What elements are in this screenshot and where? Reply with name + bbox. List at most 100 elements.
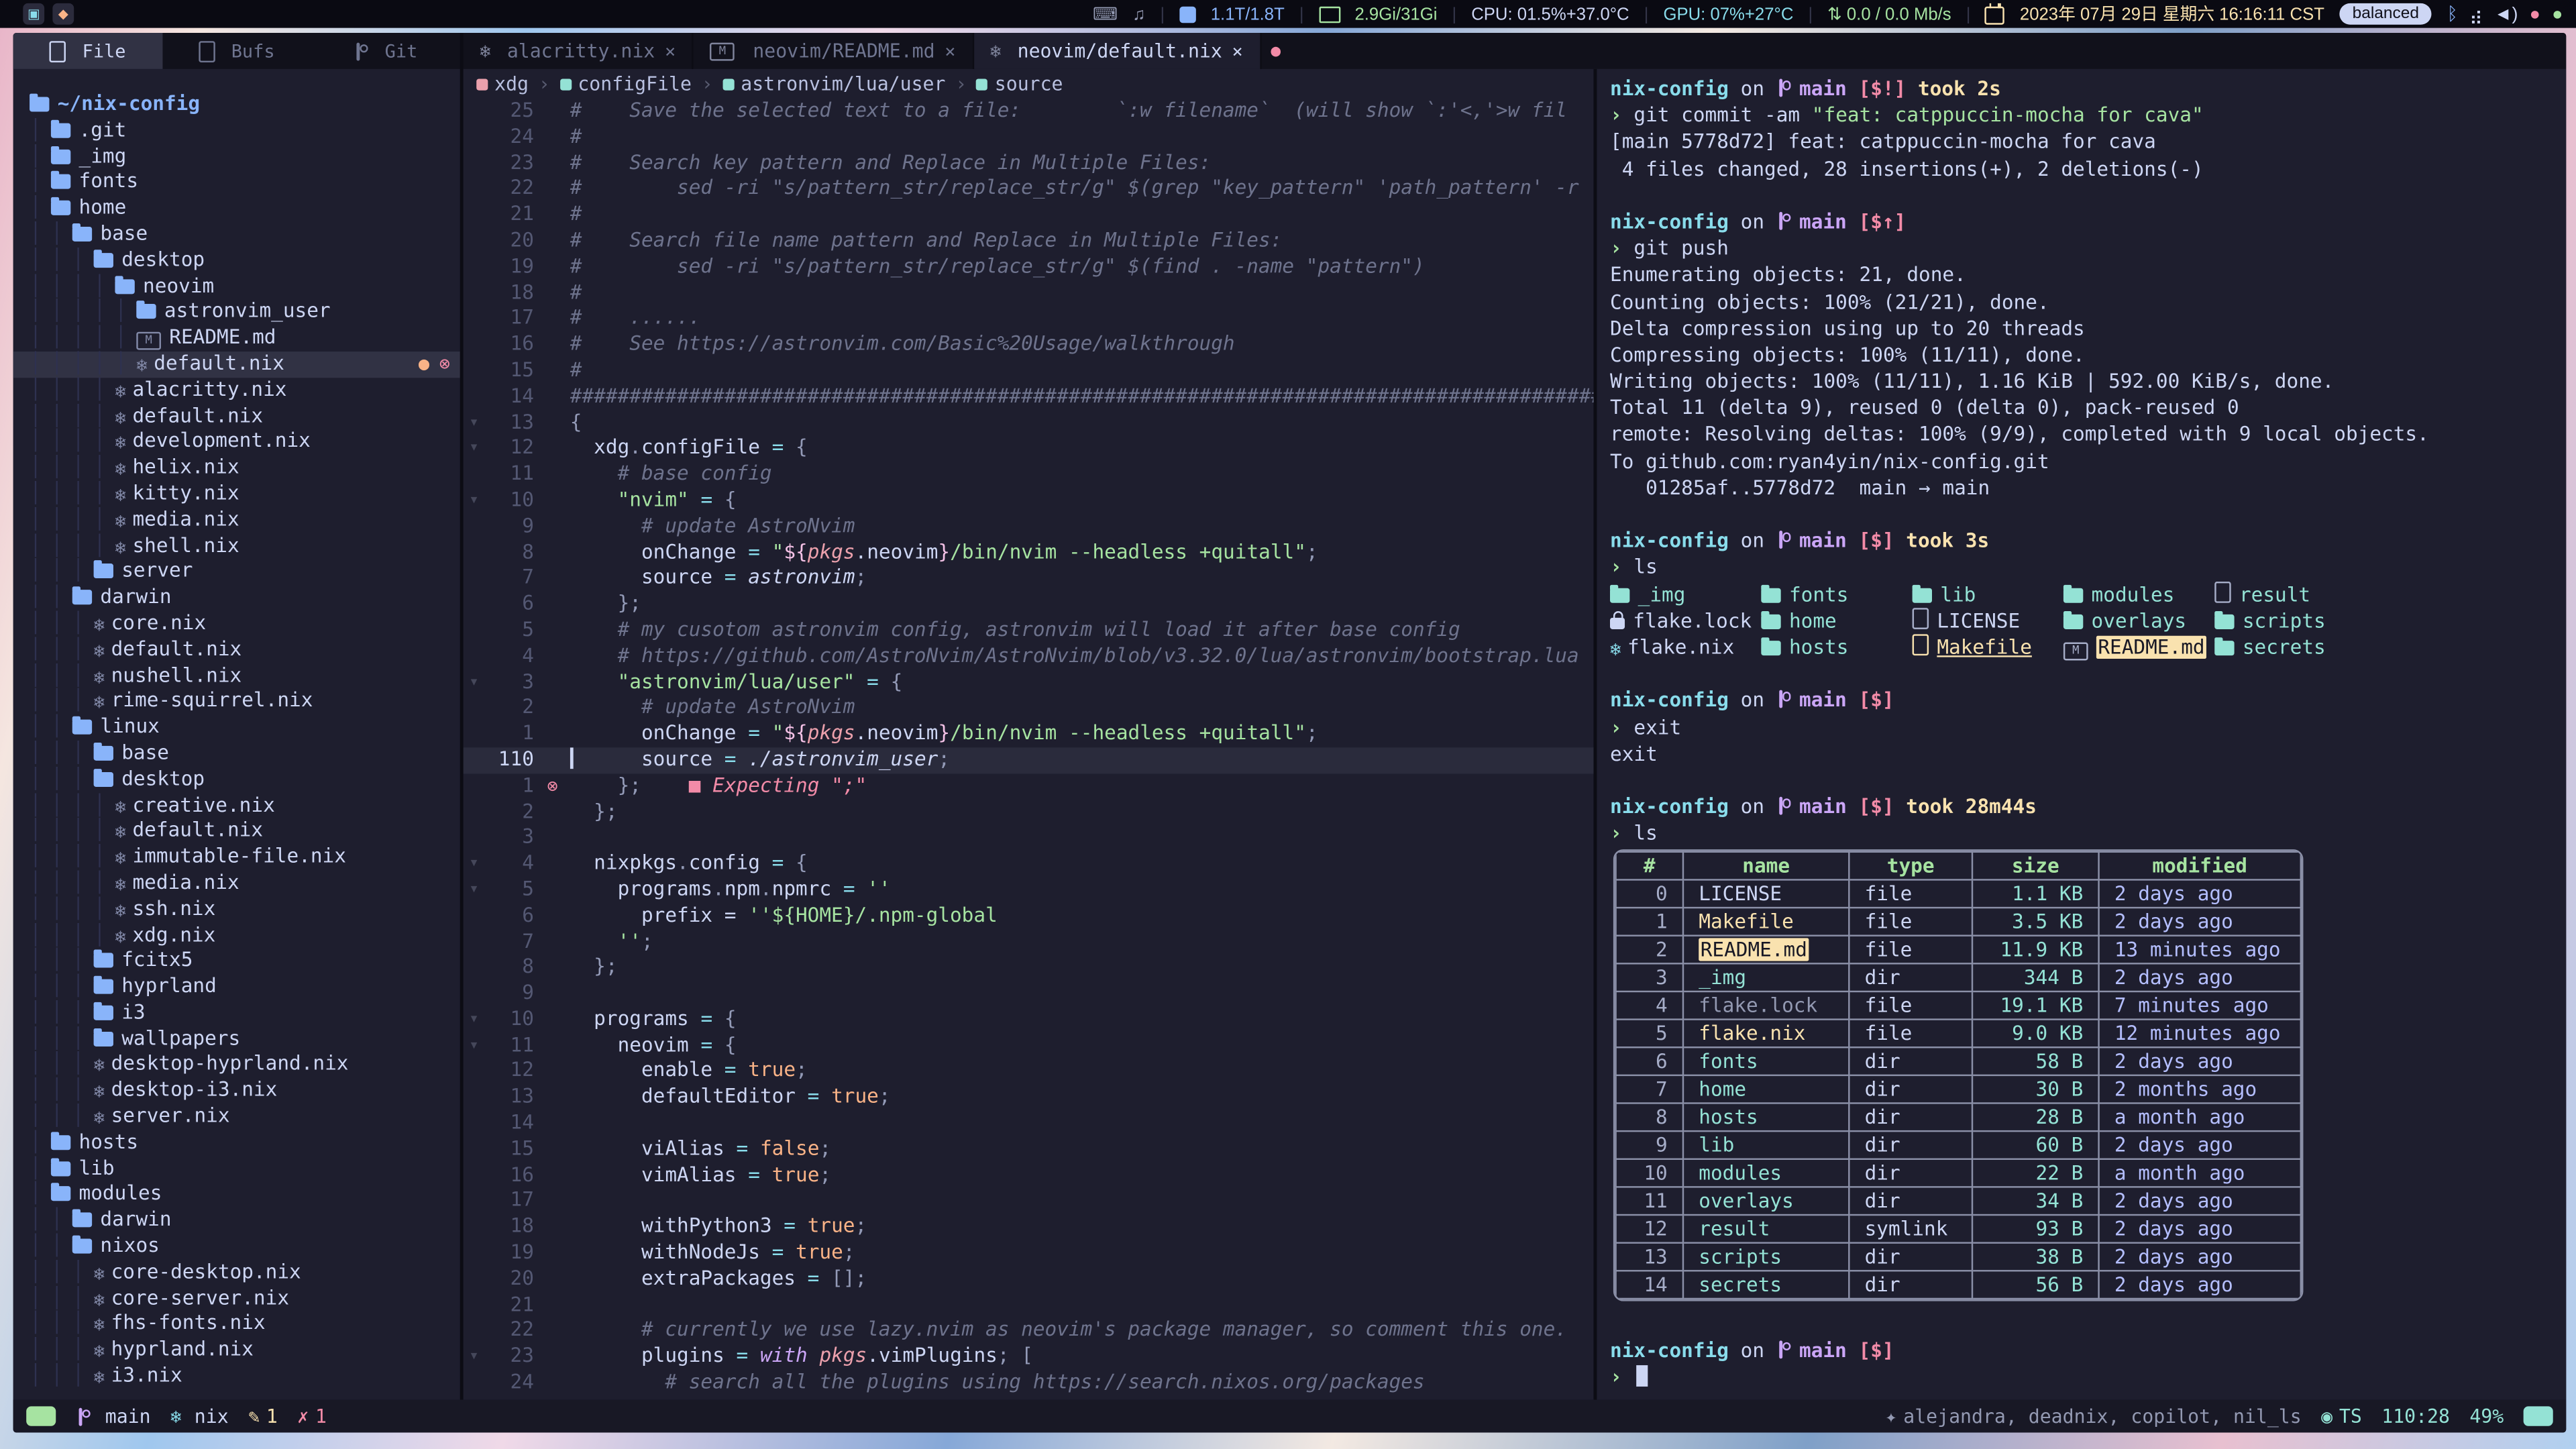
tab-close-icon[interactable]: ×	[945, 40, 955, 62]
tree-item-rime-squirrel.nix[interactable]: │││rime-squirrel.nix	[13, 689, 460, 715]
neotree-tab-bufs[interactable]: Bufs	[162, 33, 311, 69]
tree-item-default.nix[interactable]: ││││default.nix	[13, 403, 460, 429]
tree-item-linux[interactable]: ││linux	[13, 715, 460, 741]
tree-item-modules[interactable]: │modules	[13, 1182, 460, 1208]
editor-line[interactable]: 9	[464, 981, 1594, 1007]
tree-item-wallpapers[interactable]: │││wallpapers	[13, 1026, 460, 1053]
tree-item-core-desktop.nix[interactable]: │││core-desktop.nix	[13, 1260, 460, 1286]
editor-line[interactable]: 14######################################…	[464, 384, 1594, 410]
editor-line[interactable]: 6 prefix = ''${HOME}/.npm-global	[464, 903, 1594, 929]
tree-item-default.nix[interactable]: │││││default.nix●⊗	[13, 352, 460, 378]
neotree-panel[interactable]: ~/nix-config│.git│_img│fonts│home││base│…	[13, 69, 464, 1400]
volume-icon[interactable]: ◄)	[2494, 4, 2518, 23]
editor-content[interactable]: 25# Save the selected text to a file: `:…	[464, 99, 1594, 1400]
neotree-tab-git[interactable]: Git	[311, 33, 460, 69]
tree-item-server[interactable]: │││server	[13, 559, 460, 585]
tree-item-hyprland.nix[interactable]: │││hyprland.nix	[13, 1338, 460, 1364]
diagnostic-errors[interactable]: ✗1	[297, 1405, 327, 1428]
tree-item-alacritty.nix[interactable]: ││││alacritty.nix	[13, 378, 460, 404]
editor-line[interactable]: 24#	[464, 125, 1594, 151]
editor-line[interactable]: 18 withPython3 = true;	[464, 1214, 1594, 1240]
tab-close-icon[interactable]: ×	[665, 40, 676, 62]
editor-line[interactable]: ▾10 "nvim" = {	[464, 488, 1594, 514]
editor-line[interactable]: ▾3 "astronvim/lua/user" = {	[464, 669, 1594, 696]
tree-item-desktop-i3.nix[interactable]: │││desktop-i3.nix	[13, 1078, 460, 1104]
editor-line[interactable]: ▾10 programs = {	[464, 1007, 1594, 1033]
editor-line[interactable]: 6 };	[464, 592, 1594, 618]
tree-item-neovim[interactable]: ││││neovim	[13, 274, 460, 300]
editor-line[interactable]: ▾11 neovim = {	[464, 1033, 1594, 1059]
editor-line[interactable]: ▾12 xdg.configFile = {	[464, 436, 1594, 462]
tree-item-core-server.nix[interactable]: │││core-server.nix	[13, 1286, 460, 1312]
tree-item-xdg.nix[interactable]: ││││xdg.nix	[13, 922, 460, 949]
tree-item-desktop[interactable]: │││desktop	[13, 248, 460, 274]
editor-line[interactable]: 12 enable = true;	[464, 1059, 1594, 1085]
editor-line[interactable]: 7 source = astronvim;	[464, 566, 1594, 592]
tab-close-icon[interactable]: ×	[1232, 40, 1243, 62]
tray-red-icon[interactable]: ●	[2530, 4, 2540, 23]
tree-item-ssh.nix[interactable]: ││││ssh.nix	[13, 896, 460, 922]
tree-item-server.nix[interactable]: │││server.nix	[13, 1104, 460, 1130]
breadcrumb-item-source[interactable]: source	[977, 69, 1063, 99]
tab-neovim-default-nix[interactable]: neovim/default.nix×	[973, 33, 1260, 69]
tree-item-README.md[interactable]: │││││README.md	[13, 325, 460, 352]
editor-line[interactable]: ▾13{	[464, 410, 1594, 436]
music-icon[interactable]: ♫	[1132, 4, 1145, 23]
tree-item-home[interactable]: │home	[13, 196, 460, 222]
editor-line[interactable]: 22# sed -ri "s/pattern_str/replace_str/g…	[464, 176, 1594, 203]
editor-line[interactable]: 13 defaultEditor = true;	[464, 1085, 1594, 1111]
breadcrumb-item-configfile[interactable]: configFile	[559, 69, 692, 99]
tab-alacritty-nix[interactable]: alacritty.nix×	[464, 33, 694, 69]
tree-item-default.nix[interactable]: ││││default.nix	[13, 818, 460, 845]
editor-line[interactable]: 21	[464, 1293, 1594, 1319]
editor-line[interactable]: 2 # update AstroNvim	[464, 696, 1594, 722]
editor-line[interactable]: 15#	[464, 358, 1594, 384]
tree-item-astronvim_user[interactable]: │││││astronvim_user	[13, 300, 460, 326]
workspace-2[interactable]: ◆	[52, 3, 74, 25]
editor-line[interactable]: 16 vimAlias = true;	[464, 1163, 1594, 1189]
tree-item-base[interactable]: │││base	[13, 741, 460, 767]
tree-item-helix.nix[interactable]: ││││helix.nix	[13, 455, 460, 482]
breadcrumb-item-xdg[interactable]: xdg	[476, 69, 529, 99]
tree-item-hosts[interactable]: │hosts	[13, 1130, 460, 1157]
tree-item-nixos[interactable]: ││nixos	[13, 1234, 460, 1260]
tree-item-darwin[interactable]: ││darwin	[13, 585, 460, 611]
editor-line[interactable]: 1 onChange = "${pkgs.neovim}/bin/nvim --…	[464, 721, 1594, 747]
tree-item-media.nix[interactable]: ││││media.nix	[13, 871, 460, 897]
editor-line[interactable]: 9 # update AstroNvim	[464, 514, 1594, 540]
network-icon[interactable]: ⣴	[2469, 3, 2483, 25]
tree-item-base[interactable]: ││base	[13, 222, 460, 248]
editor-line[interactable]: 16# See https://astronvim.com/Basic%20Us…	[464, 332, 1594, 358]
tree-item-media.nix[interactable]: ││││media.nix	[13, 507, 460, 533]
editor-line[interactable]: 17	[464, 1189, 1594, 1215]
editor-line[interactable]: 19# sed -ri "s/pattern_str/replace_str/g…	[464, 254, 1594, 280]
tab-neovim-readme[interactable]: neovim/README.md×	[694, 33, 973, 69]
editor-line[interactable]: 15 viAlias = false;	[464, 1136, 1594, 1163]
tree-item-darwin[interactable]: ││darwin	[13, 1208, 460, 1234]
diagnostic-warnings[interactable]: ✎1	[248, 1405, 278, 1428]
breadcrumb-item-astronvim-lua-user[interactable]: astronvim/lua/user	[722, 69, 945, 99]
tree-item-~/nix-config[interactable]: ~/nix-config	[13, 92, 460, 118]
editor-pane[interactable]: xdg › configFile › astronvim/lua/user › …	[464, 69, 1594, 1400]
editor-line[interactable]: 14	[464, 1111, 1594, 1137]
tree-item-immutable-file.nix[interactable]: ││││immutable-file.nix	[13, 845, 460, 871]
tree-item-lib[interactable]: │lib	[13, 1156, 460, 1182]
editor-line[interactable]: ▾23 plugins = with pkgs.vimPlugins; [	[464, 1344, 1594, 1371]
editor-line[interactable]: 11 # base config	[464, 462, 1594, 488]
tree-item-hyprland[interactable]: │││hyprland	[13, 974, 460, 1000]
bluetooth-icon[interactable]: ᛒ	[2447, 4, 2458, 23]
tree-item-fcitx5[interactable]: │││fcitx5	[13, 949, 460, 975]
git-branch[interactable]: main	[76, 1405, 151, 1428]
tree-item-i3.nix[interactable]: │││i3.nix	[13, 1364, 460, 1390]
tree-item-desktop[interactable]: │││desktop	[13, 767, 460, 793]
workspace-1[interactable]: ▣	[23, 3, 44, 25]
editor-line[interactable]: 17# ......	[464, 306, 1594, 332]
tray-green-icon[interactable]: ●	[2552, 4, 2563, 23]
editor-line[interactable]: 4 # https://github.com/AstroNvim/AstroNv…	[464, 643, 1594, 669]
ime-icon[interactable]: ⌨	[1093, 4, 1118, 23]
tree-item-fhs-fonts.nix[interactable]: │││fhs-fonts.nix	[13, 1311, 460, 1338]
editor-line[interactable]: 3	[464, 825, 1594, 851]
editor-line[interactable]: 5 # my cusotom astronvim config, astronv…	[464, 618, 1594, 644]
editor-line[interactable]: ▾5 programs.npm.npmrc = ''	[464, 877, 1594, 904]
tree-item-fonts[interactable]: │fonts	[13, 170, 460, 196]
